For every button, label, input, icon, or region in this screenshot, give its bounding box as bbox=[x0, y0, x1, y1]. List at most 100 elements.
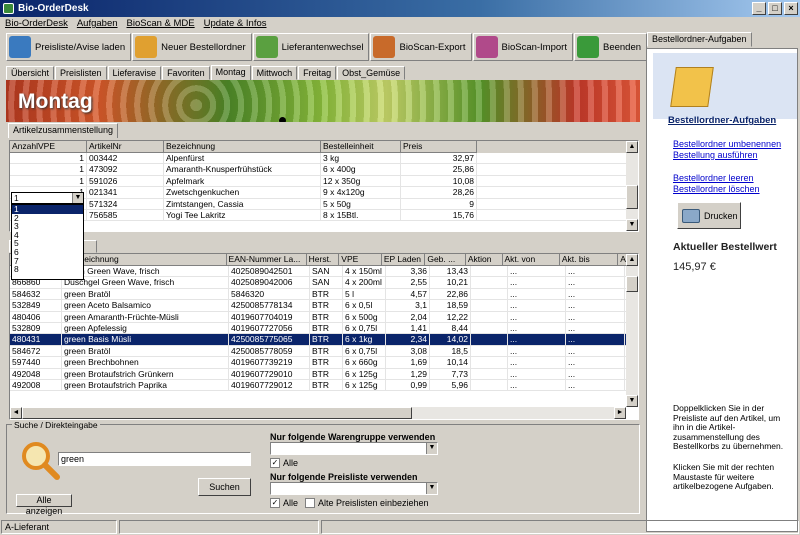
pricelist-filter-select[interactable]: ▼ bbox=[270, 482, 438, 495]
table-row[interactable]: 866860 Duschgel Green Wave, frisch 4025089… bbox=[10, 277, 638, 289]
search-input[interactable]: green bbox=[58, 452, 251, 466]
dropdown-option[interactable]: 5 bbox=[12, 239, 83, 248]
scroll-up-button[interactable]: ▲ bbox=[626, 141, 638, 153]
dropdown-option[interactable]: 2 bbox=[12, 213, 83, 223]
dropdown-option[interactable]: 6 bbox=[12, 248, 83, 257]
pricelist-all-checkbox[interactable]: ✓ bbox=[270, 498, 280, 508]
dropdown-option[interactable]: 8 bbox=[12, 265, 83, 274]
table-row[interactable]: 532849 green Aceto Balsamico 4250085778134… bbox=[10, 300, 638, 312]
col-header[interactable]: VPE bbox=[339, 254, 382, 266]
rename-folder-link[interactable]: Bestellordner umbenennen bbox=[673, 139, 781, 150]
catalog-grid-vscrollbar[interactable]: ▲ ▼ bbox=[626, 254, 638, 407]
scroll-up-button[interactable]: ▲ bbox=[626, 254, 638, 266]
scroll-left-button[interactable]: ◄ bbox=[10, 407, 22, 419]
bioscan-export-button[interactable]: BioScan-Export bbox=[370, 33, 472, 61]
table-cell: 473092 bbox=[87, 164, 164, 175]
table-cell: 492048 bbox=[10, 368, 62, 379]
col-header[interactable]: EP Laden bbox=[381, 254, 426, 266]
tab-lieferavise[interactable]: Lieferavise bbox=[107, 66, 162, 80]
delete-folder-link[interactable]: Bestellordner löschen bbox=[673, 184, 760, 195]
supplier-change-button[interactable]: Lieferantenwechsel bbox=[252, 33, 370, 61]
group-all-checkbox[interactable]: ✓ bbox=[270, 458, 280, 468]
chevron-down-icon[interactable]: ▼ bbox=[72, 193, 83, 203]
col-anzahlvpe[interactable]: AnzahlVPE bbox=[10, 141, 87, 153]
tab-montag[interactable]: Montag bbox=[210, 65, 251, 80]
menu-bioscan-mde[interactable]: BioScan & MDE bbox=[127, 17, 195, 31]
tab-freitag[interactable]: Freitag bbox=[298, 66, 337, 80]
scroll-thumb[interactable] bbox=[22, 407, 412, 419]
new-order-folder-button[interactable]: Neuer Bestellordner bbox=[132, 33, 252, 61]
col-bezeichnung[interactable]: Bezeichnung bbox=[164, 141, 321, 153]
load-pricelist-button[interactable]: Preisliste/Avise laden bbox=[6, 33, 132, 61]
tab-favoriten[interactable]: Favoriten bbox=[162, 66, 210, 80]
table-row[interactable]: 480431 green Basis Müsli 4250085775065 BTR 6… bbox=[10, 334, 638, 346]
table-row[interactable]: 492048 green Brotaufstrich Grünkern 401960… bbox=[10, 368, 638, 380]
menu-aufgaben[interactable]: Aufgaben bbox=[77, 17, 118, 31]
scroll-right-button[interactable]: ► bbox=[614, 407, 626, 419]
col-header[interactable]: Geb. ... bbox=[425, 254, 466, 266]
tab-artikelzusammenstellung[interactable]: Artikelzusammenstellung bbox=[8, 123, 119, 138]
quantity-dropdown[interactable]: 1 ▼ bbox=[11, 192, 84, 204]
minimize-button[interactable]: _ bbox=[752, 2, 766, 15]
table-row[interactable]: 597440 green Brechbohnen 4019607739219 BTR 6… bbox=[10, 357, 638, 369]
table-row[interactable]: 584632 green Bratöl 5846320 BTR 5 l 4,57 22,86… bbox=[10, 288, 638, 301]
dropdown-option[interactable]: 1 bbox=[12, 205, 83, 214]
col-header[interactable]: Akt. bis bbox=[559, 254, 619, 266]
col-artikelnr[interactable]: ArtikelNr bbox=[87, 141, 164, 153]
col-header[interactable]: Herst. bbox=[306, 254, 340, 266]
table-cell: 6 x 500g bbox=[343, 311, 386, 322]
old-pricelists-checkbox[interactable] bbox=[305, 498, 315, 508]
order-grid-scrollbar[interactable]: ▲ ▼ bbox=[626, 141, 638, 231]
dropdown-option[interactable]: 4 bbox=[12, 231, 83, 240]
tab-preislisten[interactable]: Preislisten bbox=[55, 66, 107, 80]
search-button[interactable]: Suchen bbox=[198, 478, 251, 496]
col-header[interactable]: Aktion bbox=[465, 254, 503, 266]
table-row[interactable]: 1 473092 Amaranth-Knusperfrühstück 6 x 400g… bbox=[10, 164, 638, 176]
folder-tabs: Übersicht Preislisten Lieferavise Favori… bbox=[6, 65, 406, 80]
table-row[interactable]: 584672 green Bratöl 4250085778059 BTR 6 x 0,… bbox=[10, 345, 638, 358]
chevron-down-icon[interactable]: ▼ bbox=[426, 483, 437, 494]
group-filter-select[interactable]: ▼ bbox=[270, 442, 438, 455]
table-cell: 571324 bbox=[87, 198, 164, 209]
scroll-down-button[interactable]: ▼ bbox=[626, 395, 638, 407]
close-button[interactable]: × bbox=[784, 2, 798, 15]
col-bestelleinheit[interactable]: Bestelleinheit bbox=[321, 141, 401, 153]
table-row[interactable]: 492008 green Brotaufstrich Paprika 4019607… bbox=[10, 379, 638, 392]
maximize-button[interactable]: □ bbox=[768, 2, 782, 15]
col-preis[interactable]: Preis bbox=[401, 141, 477, 153]
dropdown-option[interactable]: 3 bbox=[12, 222, 83, 231]
menu-bio-orderdesk[interactable]: Bio-OrderDesk bbox=[5, 17, 68, 31]
clear-folder-link[interactable]: Bestellordner leeren bbox=[673, 173, 754, 184]
menu-update-infos[interactable]: Update & Infos bbox=[204, 17, 267, 31]
exit-button[interactable]: Beenden bbox=[573, 33, 648, 61]
table-row[interactable]: ...tion Green Wave, frisch 4025089042501 S… bbox=[10, 266, 638, 278]
col-header[interactable]: ...bezeichnung bbox=[61, 254, 227, 266]
table-cell: Amaranth-Knusperfrühstück bbox=[164, 164, 321, 175]
table-row[interactable]: 480406 green Amaranth-Früchte-Müsli 401960… bbox=[10, 311, 638, 323]
table-row[interactable]: 756585 Yogi Tee Lakritz 8 x 15Btl. 15,76 bbox=[10, 209, 638, 222]
tab-mittwoch[interactable]: Mittwoch bbox=[251, 66, 298, 80]
tab-obst-gemuese[interactable]: Obst_Gemüse bbox=[337, 66, 406, 80]
table-cell: 532849 bbox=[10, 300, 62, 311]
execute-order-link[interactable]: Bestellung ausführen bbox=[673, 150, 758, 161]
table-row[interactable]: 1 003442 Alpenfürst 3 kg 32,97 bbox=[10, 153, 638, 165]
show-all-button[interactable]: Alle anzeigen bbox=[16, 494, 72, 516]
col-header[interactable]: EAN-Nummer La... bbox=[226, 254, 307, 266]
table-row[interactable]: 1 591026 Apfelmark 12 x 350g 10,08 bbox=[10, 175, 638, 188]
catalog-grid-hscrollbar[interactable]: ◄ ► bbox=[10, 407, 626, 419]
tab-bestellordner-aufgaben[interactable]: Bestellordner-Aufgaben bbox=[647, 32, 752, 47]
dropdown-option[interactable]: 7 bbox=[12, 256, 83, 266]
chevron-down-icon[interactable]: ▼ bbox=[426, 443, 437, 454]
bioscan-import-button[interactable]: BioScan-Import bbox=[472, 33, 573, 61]
table-row[interactable]: 532809 green Apfelessig 4019607727056 BTR 6 … bbox=[10, 322, 638, 335]
scroll-thumb[interactable] bbox=[626, 276, 638, 292]
tab-uebersicht[interactable]: Übersicht bbox=[6, 66, 55, 80]
table-row[interactable]: 1021341Zwetschgenkuchen9 x 4x120g28,26 bbox=[10, 187, 638, 199]
scroll-thumb[interactable] bbox=[626, 185, 638, 209]
print-button[interactable]: Drucken bbox=[677, 202, 741, 229]
table-row[interactable]: 571324 Zimtstangen, Cassia 5 x 50g 9 bbox=[10, 198, 638, 210]
col-header[interactable]: Akt. von bbox=[502, 254, 560, 266]
scroll-down-button[interactable]: ▼ bbox=[626, 219, 638, 231]
table-cell: ... bbox=[566, 368, 625, 379]
table-cell: ... bbox=[508, 334, 566, 345]
